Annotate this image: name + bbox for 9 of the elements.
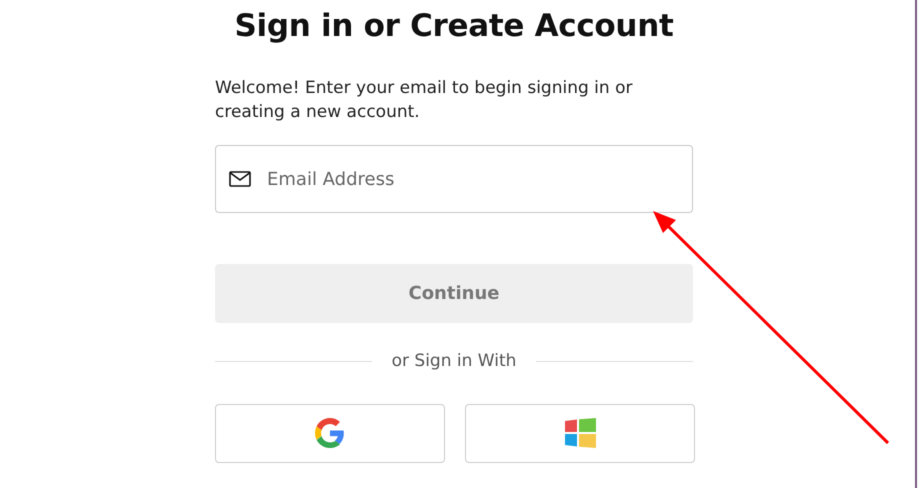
envelope-icon	[229, 171, 251, 187]
intro-text: Welcome! Enter your email to begin signing in or creating a new account.	[215, 77, 634, 124]
email-field[interactable]: Email Address	[215, 145, 693, 213]
windows-logo-icon	[564, 418, 596, 448]
sign-in-option-button[interactable]	[465, 404, 695, 462]
g-logo-icon	[315, 418, 345, 448]
sign-in-option-button[interactable]	[215, 404, 445, 462]
divider-label: or Sign in With	[392, 350, 516, 373]
page-title: Sign in or Create Account	[234, 7, 674, 46]
